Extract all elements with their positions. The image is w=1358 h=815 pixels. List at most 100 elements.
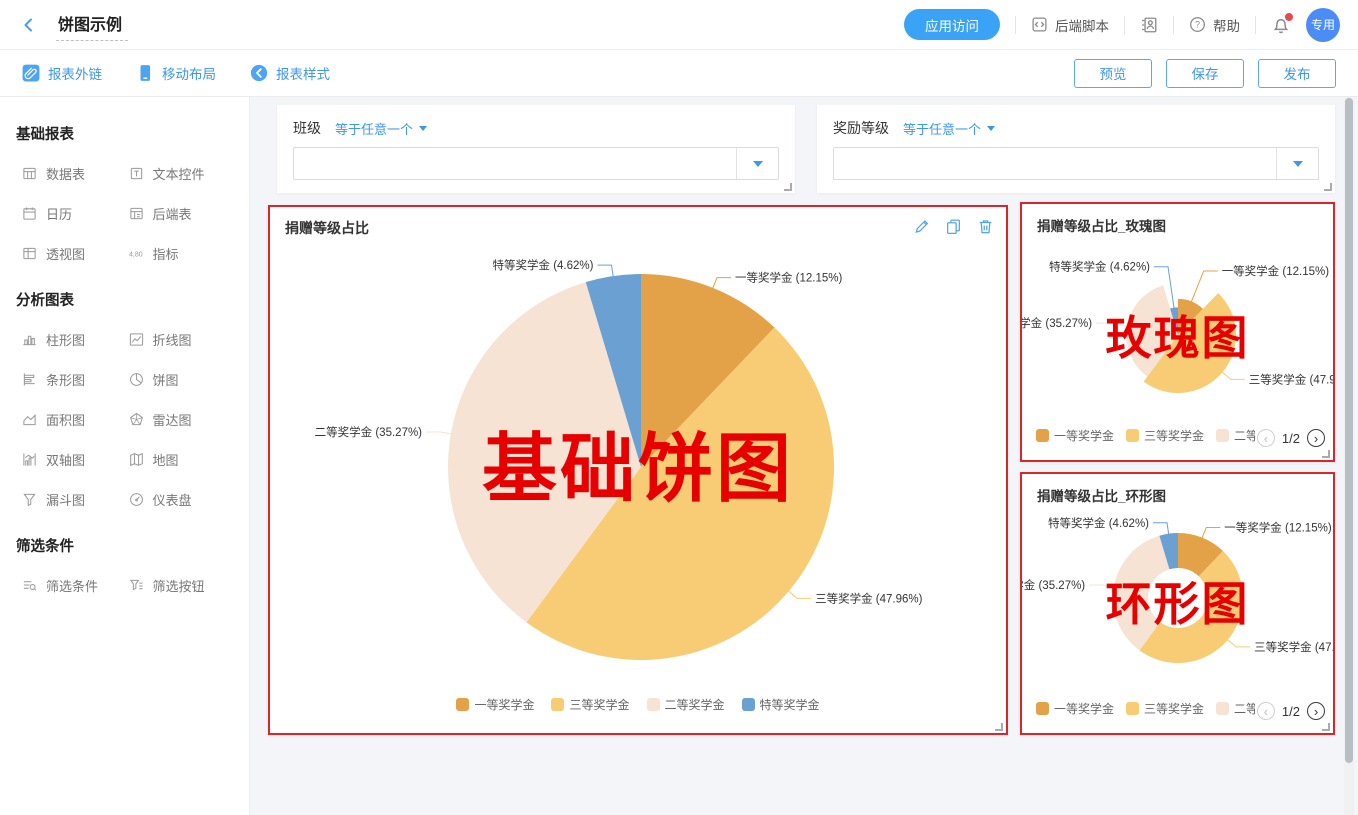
filter-value-select[interactable] [293, 147, 779, 180]
back-button[interactable] [18, 14, 40, 36]
pie-chart[interactable]: 一等奖学金 (12.15%)三等奖学金 (47.96%)二等奖学金 (35.27… [270, 207, 1006, 733]
sidebar-item-text-control[interactable]: 文本控件 [129, 164, 236, 183]
sidebar-item-data-table[interactable]: 数据表 [22, 164, 129, 183]
filter-operator-dropdown[interactable]: 等于任意一个 [903, 119, 995, 138]
gauge-icon [129, 492, 144, 507]
legend-item[interactable]: 二等奖学金 [647, 696, 725, 713]
legend-item[interactable]: 二等奖学金 [1216, 427, 1255, 444]
pencil-icon [913, 218, 930, 235]
sidebar-item-line-chart[interactable]: 折线图 [129, 330, 236, 349]
chart-panel-basic-pie[interactable]: 捐赠等级占比 一等奖学金 (12.15%)三等奖学金 (47.96%)二等奖学金… [268, 205, 1008, 735]
divider [1124, 16, 1125, 34]
dual-axis-icon [22, 452, 37, 467]
legend-swatch [1126, 702, 1139, 715]
select-arrow-segment[interactable] [736, 148, 778, 179]
notifications-button[interactable] [1271, 15, 1291, 35]
sidebar-item-gauge-chart[interactable]: 仪表盘 [129, 490, 236, 509]
sidebar-item-backend-table[interactable]: 后端表 [129, 204, 236, 223]
pager-next-button[interactable]: › [1307, 429, 1325, 447]
section-title-analysis-charts: 分析图表 [16, 289, 235, 310]
sidebar-item-filter-condition[interactable]: 筛选条件 [22, 576, 129, 595]
label-leader-line [1191, 271, 1218, 302]
pie-slice-label: 一等奖学金 (12.15%) [735, 271, 843, 285]
copy-button[interactable] [945, 218, 962, 240]
legend-label: 二等奖学金 [665, 696, 725, 713]
legend-item[interactable]: 二等奖学金 [1216, 700, 1255, 717]
sidebar-item-metric[interactable]: 4,80 指标 [129, 244, 236, 263]
pivot-icon [22, 246, 37, 261]
app-access-button[interactable]: 应用访问 [904, 9, 1000, 40]
legend-item[interactable]: 三等奖学金 [1126, 700, 1204, 717]
sidebar-item-bar-chart[interactable]: 条形图 [22, 370, 129, 389]
preview-button[interactable]: 预览 [1074, 59, 1152, 88]
resize-handle[interactable] [1322, 723, 1330, 731]
filter-widget-class[interactable]: 班级 等于任意一个 [277, 105, 795, 193]
select-arrow-segment[interactable] [1276, 148, 1318, 179]
notification-dot [1285, 13, 1293, 21]
page-title[interactable]: 饼图示例 [56, 9, 128, 41]
sidebar-item-column-chart[interactable]: 柱形图 [22, 330, 129, 349]
calendar-icon [22, 206, 37, 221]
help-button[interactable]: ? 帮助 [1189, 15, 1240, 35]
legend-label: 一等奖学金 [1054, 427, 1114, 444]
sidebar-item-pie-chart[interactable]: 饼图 [129, 370, 236, 389]
legend-item[interactable]: 一等奖学金 [1036, 427, 1114, 444]
donut-chart[interactable]: 一等奖学金 (12.15%)三等奖学金 (47.96%)二等奖学金 (35.27… [1022, 474, 1333, 733]
mobile-layout-button[interactable]: 移动布局 [136, 63, 216, 83]
rose-chart[interactable]: 一等奖学金 (12.15%)三等奖学金 (47.96%)二等奖学金 (35.27… [1022, 204, 1333, 460]
publish-button[interactable]: 发布 [1258, 59, 1336, 88]
resize-handle[interactable] [1324, 183, 1332, 191]
resize-handle[interactable] [1322, 450, 1330, 458]
question-circle-icon: ? [1189, 16, 1206, 33]
svg-text:4,80: 4,80 [129, 251, 143, 258]
legend-item[interactable]: 一等奖学金 [1036, 700, 1114, 717]
avatar[interactable]: 专用 [1306, 8, 1340, 42]
filter-button-icon [129, 578, 144, 593]
chart-panel-donut[interactable]: 捐赠等级占比_环形图 一等奖学金 (12.15%)三等奖学金 (47.96%)二… [1020, 472, 1335, 735]
scrollbar-thumb[interactable] [1345, 98, 1353, 763]
report-style-button[interactable]: 报表样式 [250, 63, 330, 83]
contacts-button[interactable] [1140, 16, 1158, 34]
filter-operator-dropdown[interactable]: 等于任意一个 [335, 119, 427, 138]
sidebar-item-funnel-chart[interactable]: 漏斗图 [22, 490, 129, 509]
sidebar-item-radar-chart[interactable]: 雷达图 [129, 410, 236, 429]
resize-handle[interactable] [784, 183, 792, 191]
sidebar-item-filter-button[interactable]: 筛选按钮 [129, 576, 236, 595]
pie-chart-icon [129, 372, 144, 387]
edit-button[interactable] [913, 218, 930, 240]
sidebar-item-pivot[interactable]: 透视图 [22, 244, 129, 263]
chart-legend: 一等奖学金三等奖学金二等奖学金特等奖学金 [1036, 700, 1255, 717]
pager-next-button[interactable]: › [1307, 702, 1325, 720]
delete-button[interactable] [977, 218, 994, 240]
legend-item[interactable]: 一等奖学金 [456, 696, 534, 713]
save-button[interactable]: 保存 [1166, 59, 1244, 88]
pie-slice-label: 二等奖学金 (35.27%) [1022, 578, 1085, 592]
legend-item[interactable]: 三等奖学金 [551, 696, 629, 713]
pager-prev-button[interactable]: ‹ [1257, 429, 1275, 447]
design-canvas: 班级 等于任意一个 奖励等级 等于任意一个 [250, 97, 1358, 815]
text-control-icon [129, 166, 144, 181]
help-label: 帮助 [1213, 15, 1240, 35]
chart-panel-rose[interactable]: 捐赠等级占比_玫瑰图 一等奖学金 (12.15%)三等奖学金 (47.96%)二… [1020, 202, 1335, 462]
legend-item[interactable]: 三等奖学金 [1126, 427, 1204, 444]
backend-script-button[interactable]: 后端脚本 [1031, 15, 1109, 35]
label-leader-line [597, 265, 613, 277]
divider [1015, 16, 1016, 34]
report-link-button[interactable]: 报表外链 [22, 63, 102, 83]
sidebar-item-map-chart[interactable]: 地图 [129, 450, 236, 469]
report-link-label: 报表外链 [48, 63, 102, 83]
resize-handle[interactable] [995, 723, 1003, 731]
sidebar-item-calendar[interactable]: 日历 [22, 204, 129, 223]
legend-item[interactable]: 特等奖学金 [742, 696, 820, 713]
filter-widget-award-level[interactable]: 奖励等级 等于任意一个 [817, 105, 1335, 193]
radar-chart-icon [129, 412, 144, 427]
top-bar: 饼图示例 应用访问 后端脚本 ? 帮助 专用 [0, 0, 1358, 50]
sidebar-item-dual-axis-chart[interactable]: 双轴图 [22, 450, 129, 469]
filter-value-select[interactable] [833, 147, 1319, 180]
sidebar-item-area-chart[interactable]: 面积图 [22, 410, 129, 429]
chart-legend: 一等奖学金三等奖学金 二等奖学金特等奖学金 [270, 696, 1006, 713]
component-sidebar: 基础报表 数据表 文本控件 日历 后端表 透视图 [0, 97, 250, 815]
pager-prev-button[interactable]: ‹ [1257, 702, 1275, 720]
phone-icon [136, 64, 154, 82]
chart-title: 捐赠等级占比_环形图 [1037, 485, 1166, 505]
